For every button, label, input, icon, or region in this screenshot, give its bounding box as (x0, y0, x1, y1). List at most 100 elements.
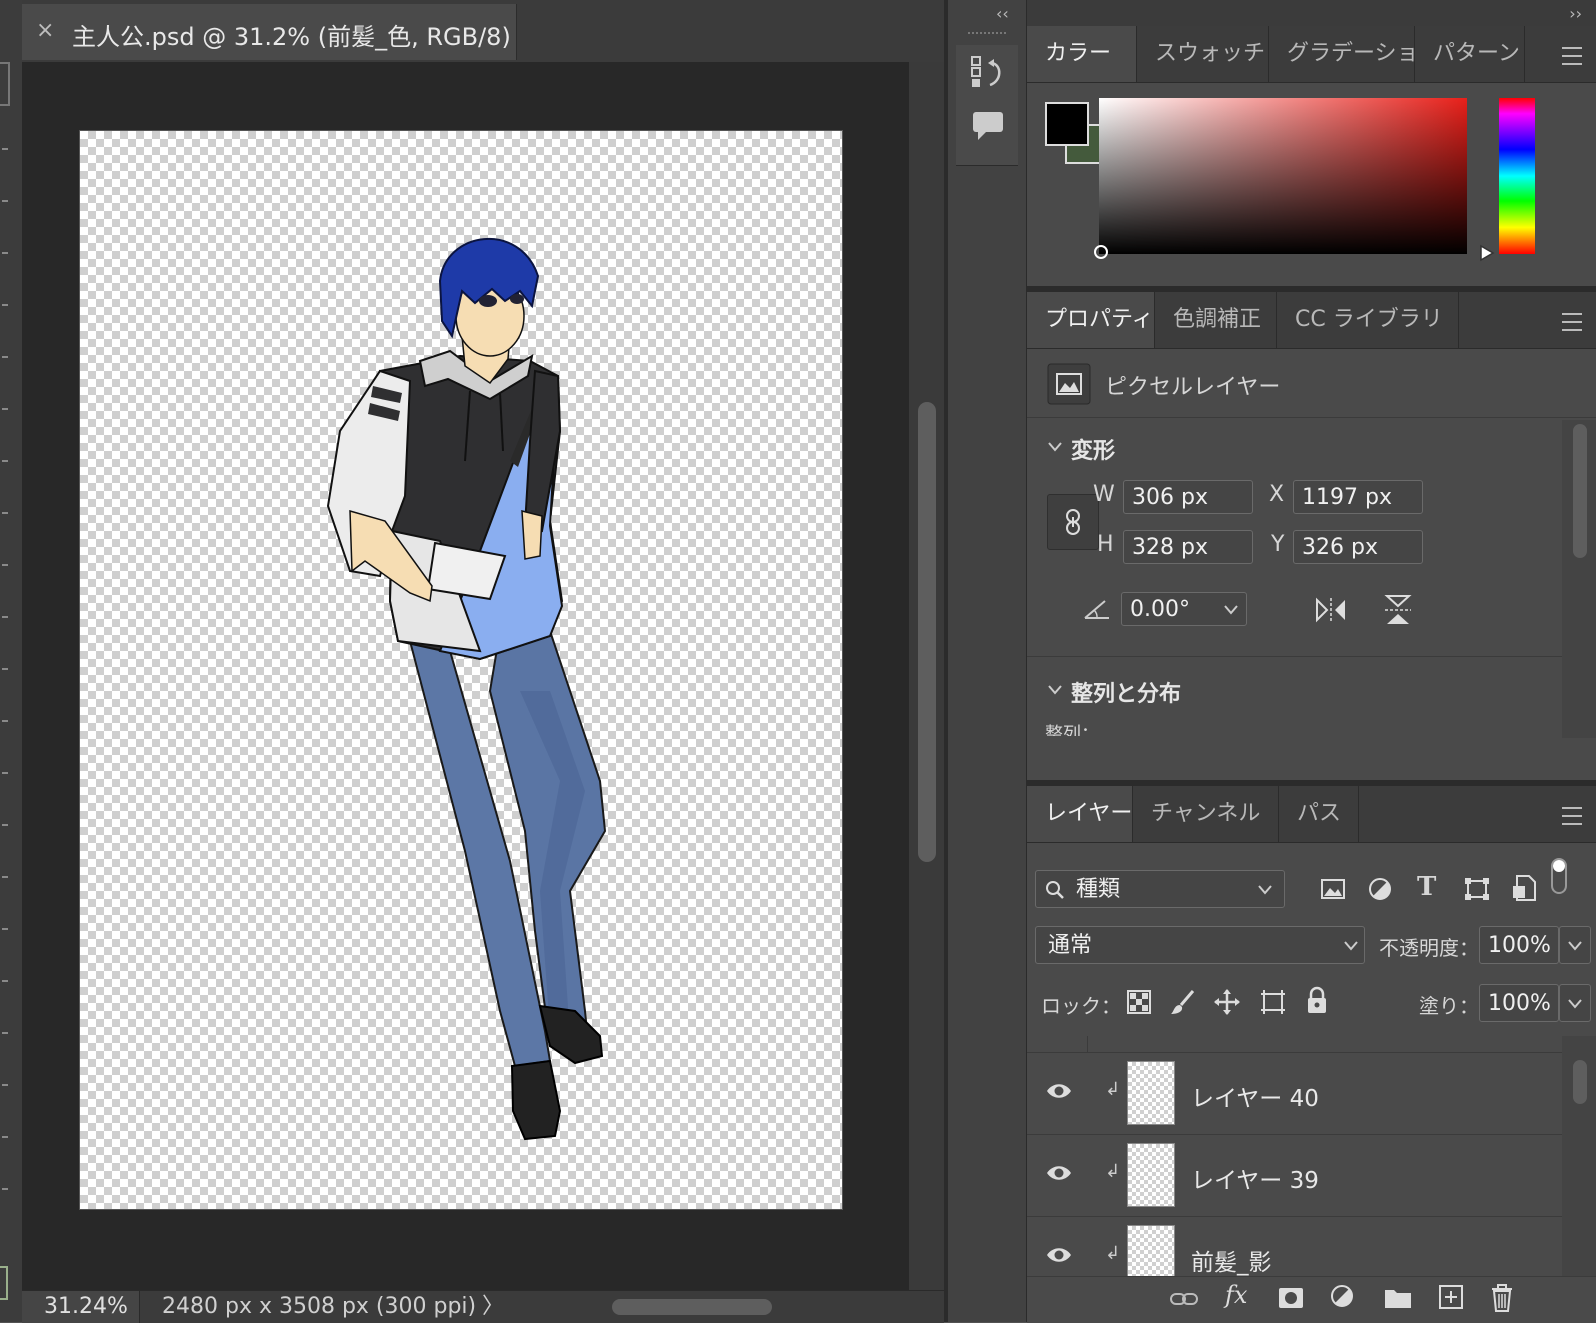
opacity-dropdown-button[interactable] (1559, 926, 1591, 964)
tool-tick (2, 512, 8, 514)
filter-toggle[interactable] (1551, 858, 1567, 894)
close-tab-button[interactable]: × (36, 18, 54, 43)
chain-link-icon (1066, 509, 1080, 535)
new-group-folder-icon[interactable] (1383, 1285, 1413, 1311)
tab-layers[interactable]: レイヤー (1027, 786, 1133, 842)
link-dimensions-button[interactable] (1047, 494, 1099, 550)
clipping-mask-icon: ↲ (1105, 1079, 1121, 1100)
tab-gradients[interactable]: グラデーショ (1269, 26, 1419, 82)
canvas-area[interactable] (22, 62, 909, 1290)
flip-horizontal-icon[interactable] (1313, 596, 1349, 624)
tab-channels[interactable]: チャンネル (1133, 786, 1279, 842)
document-tab-bar: × 主人公.psd @ 31.2% (前髪_色, RGB/8) (22, 0, 944, 63)
transform-section-title[interactable]: 変形 (1071, 433, 1115, 465)
eye-icon[interactable] (1045, 1245, 1073, 1265)
chevron-down-icon[interactable] (1343, 940, 1359, 952)
layer-row[interactable]: ↲ 前髪_影 (1027, 1217, 1562, 1276)
link-layers-icon[interactable] (1169, 1289, 1199, 1309)
eye-icon[interactable] (1045, 1163, 1073, 1183)
dock-grip[interactable] (968, 32, 1006, 40)
fill-dropdown-button[interactable] (1559, 984, 1591, 1022)
lock-image-pixels-icon[interactable] (1169, 988, 1197, 1016)
document-canvas[interactable] (79, 130, 843, 1210)
tab-swatches[interactable]: スウォッチ (1137, 26, 1269, 82)
collapse-dock-icon[interactable]: ‹‹ (996, 4, 1009, 23)
type-layer-filter-icon[interactable]: T (1417, 872, 1436, 902)
layer-filter-kind-select[interactable]: 種類 (1035, 870, 1285, 908)
tab-patterns[interactable]: パターン (1415, 26, 1525, 82)
height-field[interactable]: 328 px (1123, 530, 1253, 564)
chevron-down-icon[interactable] (1047, 683, 1063, 697)
scrollbar-thumb[interactable] (918, 402, 936, 862)
document-tab[interactable]: × 主人公.psd @ 31.2% (前髪_色, RGB/8) (22, 4, 517, 60)
layer-list: ↲ レイヤー 40 ↲ レイヤー 39 ↲ 前髪_影 (1027, 1036, 1596, 1276)
properties-panel-menu-icon[interactable] (1562, 313, 1582, 331)
history-icon[interactable] (970, 55, 1004, 89)
shape-layer-filter-icon[interactable] (1463, 876, 1491, 902)
tool-button[interactable] (0, 62, 10, 106)
tab-properties[interactable]: プロパティ (1027, 292, 1155, 348)
zoom-level[interactable]: 31.24% (22, 1291, 140, 1323)
expand-dock-icon[interactable]: ›› (1569, 4, 1582, 23)
adjustment-layer-filter-icon[interactable] (1367, 876, 1393, 902)
layer-row[interactable]: ↲ レイヤー 39 (1027, 1135, 1562, 1217)
layer-row[interactable]: ↲ レイヤー 40 (1027, 1053, 1562, 1135)
flip-vertical-icon[interactable] (1383, 592, 1413, 628)
tool-tick (2, 252, 8, 254)
comments-icon[interactable] (972, 111, 1004, 141)
height-label: H (1097, 532, 1114, 557)
add-mask-icon[interactable] (1277, 1285, 1305, 1311)
layer-type-row: ピクセルレイヤー (1027, 349, 1596, 418)
tool-tick (2, 772, 8, 774)
layers-scrollbar-thumb[interactable] (1573, 1060, 1587, 1104)
x-label: X (1269, 482, 1285, 507)
smart-object-filter-icon[interactable] (1511, 874, 1537, 902)
clipping-mask-icon: ↲ (1105, 1161, 1121, 1182)
hue-slider-handle-icon[interactable] (1479, 244, 1495, 262)
hue-slider[interactable] (1499, 98, 1535, 254)
x-field[interactable]: 1197 px (1293, 480, 1423, 514)
lock-transparent-pixels-icon[interactable] (1127, 990, 1151, 1014)
width-field[interactable]: 306 px (1123, 480, 1253, 514)
layers-footer: fx (1027, 1276, 1596, 1323)
pixel-layer-filter-icon[interactable] (1319, 876, 1347, 902)
tab-paths[interactable]: パス (1279, 786, 1359, 842)
tab-cc-libraries[interactable]: CC ライブラリ (1277, 292, 1459, 348)
align-label-clip: 整列： (1045, 724, 1145, 736)
eye-icon[interactable] (1045, 1081, 1073, 1101)
status-info-menu-icon[interactable]: 〉 (482, 1291, 504, 1323)
new-adjustment-layer-icon[interactable] (1329, 1283, 1359, 1313)
layer-thumbnail (1127, 1225, 1175, 1276)
lock-all-icon[interactable] (1305, 986, 1329, 1016)
horizontal-scrollbar-thumb[interactable] (612, 1299, 772, 1315)
layer-name[interactable]: レイヤー 39 (1191, 1161, 1319, 1195)
new-layer-icon[interactable] (1437, 1283, 1465, 1311)
color-panel-menu-icon[interactable] (1562, 47, 1582, 65)
opacity-field[interactable]: 100% (1479, 926, 1559, 964)
angle-icon (1084, 600, 1109, 619)
chevron-down-icon[interactable] (1047, 440, 1063, 454)
tab-color[interactable]: カラー (1027, 26, 1137, 82)
y-field[interactable]: 326 px (1293, 530, 1423, 564)
canvas-vertical-scrollbar[interactable] (909, 62, 944, 1290)
angle-dropdown-icon[interactable] (1223, 604, 1239, 616)
delete-layer-trash-icon[interactable] (1489, 1283, 1515, 1313)
foreground-color-swatch[interactable] (1045, 102, 1089, 146)
layer-style-fx-icon[interactable]: fx (1225, 1281, 1247, 1309)
align-distribute-section-title[interactable]: 整列と分布 (1071, 676, 1181, 708)
align-label: 整列： (1045, 724, 1099, 736)
document-title: 主人公.psd @ 31.2% (前髪_色, RGB/8) (72, 23, 511, 51)
color-saturation-field[interactable] (1094, 98, 1467, 259)
fill-field[interactable]: 100% (1479, 984, 1559, 1022)
layers-panel-menu-icon[interactable] (1562, 807, 1582, 825)
background-color-swatch[interactable] (0, 1266, 8, 1300)
layer-name[interactable]: 前髪_影 (1191, 1243, 1272, 1276)
properties-scrollbar-thumb[interactable] (1573, 424, 1587, 558)
lock-position-icon[interactable] (1213, 988, 1241, 1016)
chevron-down-icon[interactable] (1257, 884, 1273, 896)
blend-mode-select[interactable]: 通常 (1035, 926, 1365, 964)
lock-artboard-icon[interactable] (1259, 988, 1287, 1016)
right-panel-dock: ›› カラー スウォッチ グラデーショ パターン プロパティ 色調補正 CC ラ… (1027, 0, 1596, 1323)
tab-adjustments[interactable]: 色調補正 (1155, 292, 1277, 348)
layer-name[interactable]: レイヤー 40 (1191, 1079, 1319, 1113)
